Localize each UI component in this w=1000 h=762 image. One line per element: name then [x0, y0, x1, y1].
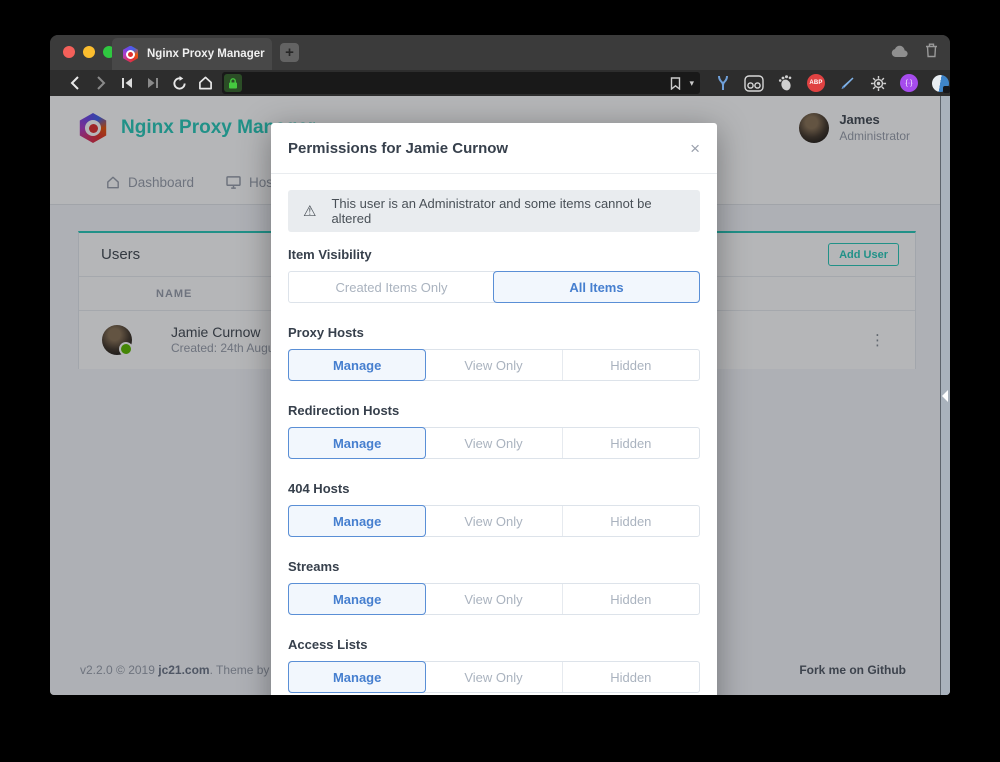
option-view-only[interactable]: View Only: [425, 428, 561, 458]
fork-extension-icon[interactable]: [713, 73, 733, 93]
section-label: Item Visibility: [288, 247, 700, 263]
browser-toolbar: ▾ ABP: [50, 70, 950, 96]
browser-profile-icon[interactable]: [930, 73, 950, 93]
option-created-items-only[interactable]: Created Items Only: [289, 272, 494, 302]
segmented-control-proxy-hosts: Manage View Only Hidden: [288, 349, 700, 381]
alert-text: This user is an Administrator and some i…: [331, 196, 690, 226]
option-manage[interactable]: Manage: [289, 584, 425, 614]
option-view-only[interactable]: View Only: [425, 350, 561, 380]
home-button[interactable]: [192, 72, 218, 94]
browser-tab-nginx-proxy-manager[interactable]: Nginx Proxy Manager: [112, 38, 272, 70]
modal-title: Permissions for Jamie Curnow: [288, 140, 508, 157]
back-button[interactable]: [62, 72, 88, 94]
new-tab-button[interactable]: +: [280, 43, 299, 62]
gnome-foot-extension-icon[interactable]: [775, 73, 795, 93]
window-controls: [63, 46, 115, 58]
ssl-lock-icon[interactable]: [224, 74, 242, 92]
mask-extension-icon[interactable]: [744, 73, 764, 93]
browser-tab-bar: Nginx Proxy Manager +: [50, 35, 950, 70]
option-manage[interactable]: Manage: [289, 350, 425, 380]
option-hidden[interactable]: Hidden: [562, 662, 699, 692]
trash-icon[interactable]: [925, 43, 938, 58]
option-view-only[interactable]: View Only: [425, 662, 561, 692]
section-proxy-hosts: Proxy Hosts Manage View Only Hidden: [288, 325, 700, 381]
option-view-only[interactable]: View Only: [425, 584, 561, 614]
pen-extension-icon[interactable]: [837, 73, 857, 93]
segmented-control-redirection-hosts: Manage View Only Hidden: [288, 427, 700, 459]
section-access-lists: Access Lists Manage View Only Hidden: [288, 637, 700, 693]
option-hidden[interactable]: Hidden: [562, 428, 699, 458]
option-view-only[interactable]: View Only: [425, 506, 561, 536]
warning-triangle-icon: ⚠: [303, 202, 316, 220]
address-bar[interactable]: ▾: [222, 72, 700, 94]
reload-button[interactable]: [166, 72, 192, 94]
side-panel-strip[interactable]: [940, 96, 950, 695]
option-hidden[interactable]: Hidden: [562, 584, 699, 614]
section-label: Proxy Hosts: [288, 325, 700, 341]
section-label: Access Lists: [288, 637, 700, 653]
tab-title: Nginx Proxy Manager: [147, 48, 265, 60]
option-hidden[interactable]: Hidden: [562, 506, 699, 536]
segmented-control-access-lists: Manage View Only Hidden: [288, 661, 700, 693]
section-label: Streams: [288, 559, 700, 575]
fast-forward-button[interactable]: [140, 72, 166, 94]
section-redirection-hosts: Redirection Hosts Manage View Only Hidde…: [288, 403, 700, 459]
permissions-modal: Permissions for Jamie Curnow × ⚠ This us…: [271, 123, 717, 695]
adblock-plus-extension-icon[interactable]: ABP: [806, 73, 826, 93]
segmented-control-item-visibility: Created Items Only All Items: [288, 271, 700, 303]
section-404-hosts: 404 Hosts Manage View Only Hidden: [288, 481, 700, 537]
segmented-control-404-hosts: Manage View Only Hidden: [288, 505, 700, 537]
cloud-sync-icon[interactable]: [891, 45, 909, 57]
forward-button[interactable]: [88, 72, 114, 94]
section-streams: Streams Manage View Only Hidden: [288, 559, 700, 615]
minimize-window-button[interactable]: [83, 46, 95, 58]
gear-extension-icon[interactable]: [868, 73, 888, 93]
extension-icons-row: ABP {·}: [713, 73, 950, 93]
bookmark-icon[interactable]: [670, 77, 681, 90]
screenshot-stage: Nginx Proxy Manager +: [0, 0, 1000, 762]
rewind-button[interactable]: [114, 72, 140, 94]
section-label: 404 Hosts: [288, 481, 700, 497]
segmented-control-streams: Manage View Only Hidden: [288, 583, 700, 615]
browser-window: Nginx Proxy Manager +: [50, 35, 950, 695]
purple-extension-icon[interactable]: {·}: [899, 73, 919, 93]
option-all-items[interactable]: All Items: [494, 272, 699, 302]
option-manage[interactable]: Manage: [289, 428, 425, 458]
option-manage[interactable]: Manage: [289, 506, 425, 536]
option-hidden[interactable]: Hidden: [562, 350, 699, 380]
favicon-nginx-proxy-manager: [122, 46, 139, 63]
admin-warning-alert: ⚠ This user is an Administrator and some…: [288, 190, 700, 232]
section-label: Redirection Hosts: [288, 403, 700, 419]
section-item-visibility: Item Visibility Created Items Only All I…: [288, 247, 700, 303]
panel-collapse-arrow-icon[interactable]: [942, 390, 948, 402]
modal-close-icon[interactable]: ×: [690, 140, 700, 157]
option-manage[interactable]: Manage: [289, 662, 425, 692]
web-page: Nginx Proxy Manager James Administrator …: [50, 96, 950, 695]
close-window-button[interactable]: [63, 46, 75, 58]
bookmark-dropdown-caret-icon[interactable]: ▾: [689, 78, 694, 89]
